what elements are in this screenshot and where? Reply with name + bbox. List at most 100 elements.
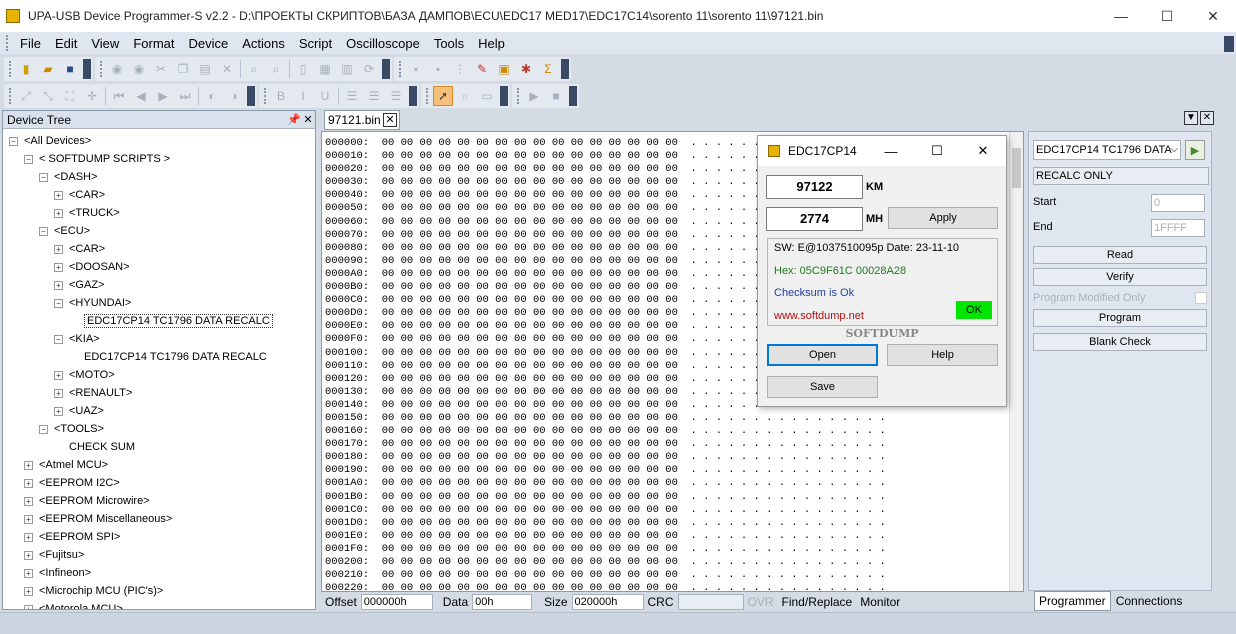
tree-item[interactable]: + <GAZ> — [54, 276, 104, 294]
hex-row[interactable]: 000190: 00 00 00 00 00 00 00 00 00 00 00… — [325, 464, 886, 477]
expand-icon[interactable]: + — [24, 568, 33, 578]
close-button[interactable]: ✕ — [1190, 0, 1236, 32]
zoom-in-icon[interactable]: ⤢ — [16, 86, 36, 106]
expand-icon[interactable]: + — [54, 190, 63, 200]
sigma-icon[interactable]: Σ — [538, 59, 558, 79]
hex-row[interactable]: 000150: 00 00 00 00 00 00 00 00 00 00 00… — [325, 412, 886, 425]
km-input[interactable]: 97122 — [766, 175, 863, 199]
collapse-icon[interactable]: − — [9, 136, 18, 146]
tree-item[interactable]: + <EEPROM Microwire> — [24, 492, 150, 510]
tree-item[interactable]: + <Motorola MCU> — [24, 600, 123, 609]
delete-icon[interactable]: ✕ — [217, 59, 237, 79]
underline-icon[interactable]: U — [315, 86, 335, 106]
italic-icon[interactable]: I — [293, 86, 313, 106]
tree-item[interactable]: EDC17CP14 TC1796 DATA RECALC — [84, 312, 273, 330]
grid-icon[interactable]: ⋮ — [450, 59, 470, 79]
size-field[interactable]: 020000h — [571, 594, 644, 610]
collapse-icon[interactable]: − — [39, 172, 48, 182]
tree-item[interactable]: + <MOTO> — [54, 366, 115, 384]
expand-icon[interactable]: + — [54, 406, 63, 416]
close-tab-icon[interactable]: ✕ — [383, 113, 397, 127]
tree-item[interactable]: CHECK SUM — [69, 438, 135, 456]
blank-check-button[interactable]: Blank Check — [1033, 333, 1207, 351]
toolbar-grip[interactable] — [399, 61, 402, 77]
script-run-icon[interactable]: ▣ — [494, 59, 514, 79]
tree-item[interactable]: + <Infineon> — [24, 564, 91, 582]
offset-field[interactable]: 000000h — [360, 594, 433, 610]
tree-item[interactable]: − <TOOLS> — [39, 420, 104, 438]
hex-row[interactable]: 000210: 00 00 00 00 00 00 00 00 00 00 00… — [325, 569, 886, 582]
open-folder-icon[interactable]: ▰ — [38, 59, 58, 79]
edit-script-icon[interactable]: ✎ — [472, 59, 492, 79]
page-icon[interactable]: ▯ — [293, 59, 313, 79]
collapse-icon[interactable]: − — [24, 154, 33, 164]
hex-row[interactable]: 0001A0: 00 00 00 00 00 00 00 00 00 00 00… — [325, 477, 886, 490]
next-icon[interactable]: ▶ — [153, 86, 173, 106]
chevron-down-icon[interactable]: ⌵ — [1170, 141, 1178, 159]
toolbar-dropdown[interactable] — [569, 86, 577, 106]
menu-device[interactable]: Device — [181, 36, 235, 51]
program-modified-only-checkbox[interactable] — [1195, 292, 1207, 304]
toolbar-dropdown[interactable] — [83, 59, 91, 79]
toolbar-dropdown[interactable] — [500, 86, 508, 106]
read-button[interactable]: Read — [1033, 246, 1207, 264]
cut-icon[interactable]: ✂ — [151, 59, 171, 79]
open-button[interactable]: Open — [767, 344, 878, 366]
tree-item[interactable]: + <UAZ> — [54, 402, 104, 420]
menu-tools[interactable]: Tools — [427, 36, 471, 51]
vertical-scrollbar[interactable] — [1009, 132, 1023, 591]
toolbar-dropdown[interactable] — [382, 59, 390, 79]
expand-icon[interactable]: + — [24, 514, 33, 524]
fit-icon[interactable]: ⛶ — [60, 86, 80, 106]
verify-button[interactable]: Verify — [1033, 268, 1207, 286]
expand-icon[interactable]: + — [24, 604, 33, 609]
toolbar-grip[interactable] — [9, 88, 12, 104]
replace-icon[interactable]: ⌕ — [266, 59, 286, 79]
expand-icon[interactable]: + — [54, 370, 63, 380]
expand-icon[interactable]: + — [24, 532, 33, 542]
first-icon[interactable]: ⏮ — [109, 86, 129, 106]
menu-edit[interactable]: Edit — [48, 36, 84, 51]
expand-icon[interactable]: + — [54, 208, 63, 218]
tree-item[interactable]: − < SOFTDUMP SCRIPTS > — [24, 150, 170, 168]
hex-row[interactable]: 000180: 00 00 00 00 00 00 00 00 00 00 00… — [325, 451, 886, 464]
tree-item[interactable]: − <HYUNDAI> — [54, 294, 131, 312]
toolbar-grip[interactable] — [9, 61, 12, 77]
refresh-icon[interactable]: ⟳ — [359, 59, 379, 79]
chip-icon[interactable]: ▪ — [406, 59, 426, 79]
toolbar-grip[interactable] — [6, 35, 9, 51]
tree-item[interactable]: − <All Devices> — [9, 132, 91, 150]
back-icon[interactable]: ◐ — [202, 86, 222, 106]
expand-icon[interactable]: + — [24, 478, 33, 488]
expand-icon[interactable]: + — [24, 586, 33, 596]
scrollbar-thumb[interactable] — [1012, 148, 1021, 188]
bold-icon[interactable]: B — [271, 86, 291, 106]
zoom-select-icon[interactable]: ⌕ — [455, 86, 475, 106]
new-icon[interactable]: ▮ — [16, 59, 36, 79]
hex-row[interactable]: 000220: 00 00 00 00 00 00 00 00 00 00 00… — [325, 582, 886, 591]
menu-overflow-button[interactable] — [1224, 36, 1234, 52]
expand-icon[interactable]: + — [54, 262, 63, 272]
collapse-icon[interactable]: − — [54, 334, 63, 344]
minimize-button[interactable]: — — [868, 136, 914, 166]
menu-script[interactable]: Script — [292, 36, 339, 51]
tree-item[interactable]: + <DOOSAN> — [54, 258, 130, 276]
collapse-icon[interactable]: − — [39, 226, 48, 236]
collapse-icon[interactable]: − — [54, 298, 63, 308]
save-icon[interactable]: ■ — [60, 59, 80, 79]
tab-97121-bin[interactable]: 97121.bin ✕ — [324, 110, 400, 130]
find-icon[interactable]: ⌕ — [244, 59, 264, 79]
crc-field[interactable] — [677, 594, 744, 610]
find-replace-link[interactable]: Find/Replace — [778, 595, 857, 609]
hex-row[interactable]: 0001D0: 00 00 00 00 00 00 00 00 00 00 00… — [325, 517, 886, 530]
bug-icon[interactable]: ✱ — [516, 59, 536, 79]
fill-icon[interactable]: ▦ — [315, 59, 335, 79]
tree-item[interactable]: + <TRUCK> — [54, 204, 120, 222]
menu-actions[interactable]: Actions — [235, 36, 292, 51]
maximize-button[interactable]: ☐ — [914, 136, 960, 166]
menu-file[interactable]: File — [13, 36, 48, 51]
align-left-icon[interactable]: ☰ — [342, 86, 362, 106]
tree-item[interactable]: + <CAR> — [54, 186, 105, 204]
menu-format[interactable]: Format — [126, 36, 181, 51]
redo-icon[interactable]: ◉ — [129, 59, 149, 79]
